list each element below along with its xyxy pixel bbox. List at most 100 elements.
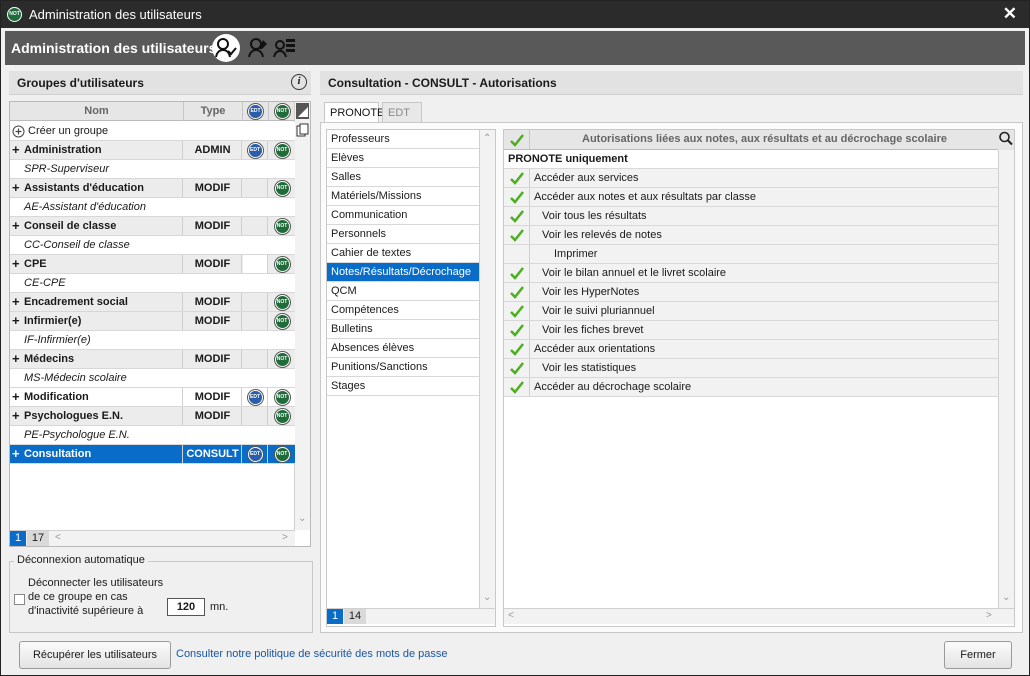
column-header-name[interactable]: Nom <box>10 102 184 121</box>
edt-cell[interactable] <box>243 255 268 273</box>
cat-pager-current[interactable]: 1 <box>327 609 343 624</box>
user-list-icon[interactable] <box>271 34 299 62</box>
permission-check-icon[interactable] <box>504 245 530 263</box>
permission-check-icon[interactable] <box>504 378 530 396</box>
not-cell[interactable]: NOT <box>269 217 295 235</box>
expand-icon[interactable]: + <box>12 350 20 367</box>
close-button[interactable]: Fermer <box>944 641 1012 669</box>
permission-check-icon[interactable] <box>504 169 530 187</box>
permission-check-icon[interactable] <box>504 321 530 339</box>
group-subrow[interactable]: MS-Médecin scolaire <box>10 369 295 388</box>
group-row[interactable]: + Encadrement social MODIF NOT <box>10 293 295 312</box>
permission-row[interactable]: Voir les fiches brevet <box>504 321 998 340</box>
category-item[interactable]: Matériels/Missions <box>327 187 479 206</box>
group-row[interactable]: + Conseil de classe MODIF NOT <box>10 217 295 236</box>
permission-check-icon[interactable] <box>504 226 530 244</box>
authorizations-scrollbar[interactable]: ⌄ <box>998 150 1014 608</box>
scroll-down-icon[interactable]: ⌄ <box>483 592 491 603</box>
edt-cell[interactable]: EDT <box>243 141 268 159</box>
category-item[interactable]: Personnels <box>327 225 479 244</box>
permission-check-icon[interactable] <box>504 340 530 358</box>
password-policy-link[interactable]: Consulter notre politique de sécurité de… <box>176 648 448 660</box>
close-icon[interactable]: ✕ <box>1003 4 1017 24</box>
category-item[interactable]: Absences élèves <box>327 339 479 358</box>
group-subrow[interactable]: CE-CPE <box>10 274 295 293</box>
group-row[interactable]: + CPE MODIF NOT <box>10 255 295 274</box>
pager-total-pages[interactable]: 17 <box>27 531 49 546</box>
category-scrollbar[interactable]: ⌃ ⌄ <box>479 130 495 608</box>
not-cell[interactable]: NOT <box>269 350 295 368</box>
user-check-icon[interactable] <box>212 34 240 62</box>
group-row[interactable]: + Consultation CONSULT EDT NOT <box>10 445 295 464</box>
check-all-icon[interactable] <box>504 130 530 149</box>
tab-edt[interactable]: EDT <box>382 102 422 122</box>
expand-icon[interactable]: + <box>12 179 20 196</box>
group-row[interactable]: + Modification MODIF EDT NOT <box>10 388 295 407</box>
permission-row[interactable]: Imprimer <box>504 245 998 264</box>
permission-row[interactable]: Voir le bilan annuel et le livret scolai… <box>504 264 998 283</box>
edt-cell[interactable] <box>243 407 268 425</box>
expand-icon[interactable]: + <box>12 255 20 272</box>
category-item[interactable]: Punitions/Sanctions <box>327 358 479 377</box>
group-row[interactable]: + Psychologues E.N. MODIF NOT <box>10 407 295 426</box>
category-item[interactable]: Elèves <box>327 149 479 168</box>
edt-cell[interactable] <box>243 350 268 368</box>
search-icon[interactable] <box>998 130 1014 150</box>
scroll-left-icon[interactable]: < <box>508 610 514 621</box>
group-subrow[interactable]: PE-Psychologue E.N. <box>10 426 295 445</box>
create-group-row[interactable]: Créer un groupe <box>10 122 295 141</box>
scroll-left-icon[interactable]: < <box>55 532 61 543</box>
category-item[interactable]: Cahier de textes <box>327 244 479 263</box>
edt-cell[interactable] <box>243 293 268 311</box>
group-row[interactable]: + Assistants d'éducation MODIF NOT <box>10 179 295 198</box>
category-item[interactable]: Bulletins <box>327 320 479 339</box>
scroll-right-icon[interactable]: > <box>986 610 992 621</box>
user-edit-icon[interactable] <box>245 34 273 62</box>
group-row[interactable]: + Administration ADMIN EDT NOT <box>10 141 295 160</box>
permission-row[interactable]: Voir les HyperNotes <box>504 283 998 302</box>
edt-cell[interactable] <box>243 312 268 330</box>
expand-icon[interactable]: + <box>12 217 20 234</box>
auto-logout-checkbox[interactable] <box>14 594 25 605</box>
permission-row[interactable]: Accéder aux services <box>504 169 998 188</box>
permission-row[interactable]: Accéder aux orientations <box>504 340 998 359</box>
scroll-right-icon[interactable]: > <box>282 532 288 543</box>
expand-icon[interactable]: + <box>12 388 20 405</box>
permission-check-icon[interactable] <box>504 283 530 301</box>
pager-current-page[interactable]: 1 <box>10 531 26 546</box>
column-header-type[interactable]: Type <box>184 102 243 121</box>
group-subrow[interactable]: AE-Assistant d'éducation <box>10 198 295 217</box>
expand-icon[interactable]: + <box>12 141 20 158</box>
column-header-not[interactable]: NOT <box>269 102 295 121</box>
permission-check-icon[interactable] <box>504 264 530 282</box>
permission-row[interactable]: Voir les relevés de notes <box>504 226 998 245</box>
category-item[interactable]: Communication <box>327 206 479 225</box>
edt-cell[interactable] <box>243 179 268 197</box>
groups-scrollbar[interactable]: ⌄ <box>294 102 310 530</box>
add-circle-icon[interactable] <box>12 122 25 140</box>
category-item[interactable]: Professeurs <box>327 130 479 149</box>
permission-row[interactable]: Voir le suivi pluriannuel <box>504 302 998 321</box>
expand-icon[interactable]: + <box>12 445 20 462</box>
permission-row[interactable]: Voir tous les résultats <box>504 207 998 226</box>
category-item[interactable]: Salles <box>327 168 479 187</box>
not-cell[interactable]: NOT <box>269 312 295 330</box>
group-row[interactable]: + Médecins MODIF NOT <box>10 350 295 369</box>
permission-row[interactable]: Accéder aux notes et aux résultats par c… <box>504 188 998 207</box>
permission-row[interactable]: Accéder au décrochage scolaire <box>504 378 998 397</box>
group-row[interactable]: + Infirmier(e) MODIF NOT <box>10 312 295 331</box>
permission-check-icon[interactable] <box>504 302 530 320</box>
sort-corner-icon[interactable] <box>296 103 309 119</box>
not-cell[interactable]: NOT <box>269 407 295 425</box>
edt-cell[interactable]: EDT <box>243 388 268 406</box>
not-cell[interactable]: NOT <box>269 179 295 197</box>
not-cell[interactable]: NOT <box>269 445 295 463</box>
column-header-edt[interactable]: EDT <box>243 102 269 121</box>
expand-icon[interactable]: + <box>12 312 20 329</box>
category-item[interactable]: Stages <box>327 377 479 396</box>
info-icon[interactable]: i <box>291 74 307 90</box>
scroll-down-icon[interactable]: ⌄ <box>298 513 306 524</box>
scroll-down-icon[interactable]: ⌄ <box>1002 592 1010 603</box>
group-subrow[interactable]: SPR-Superviseur <box>10 160 295 179</box>
not-cell[interactable]: NOT <box>269 141 295 159</box>
